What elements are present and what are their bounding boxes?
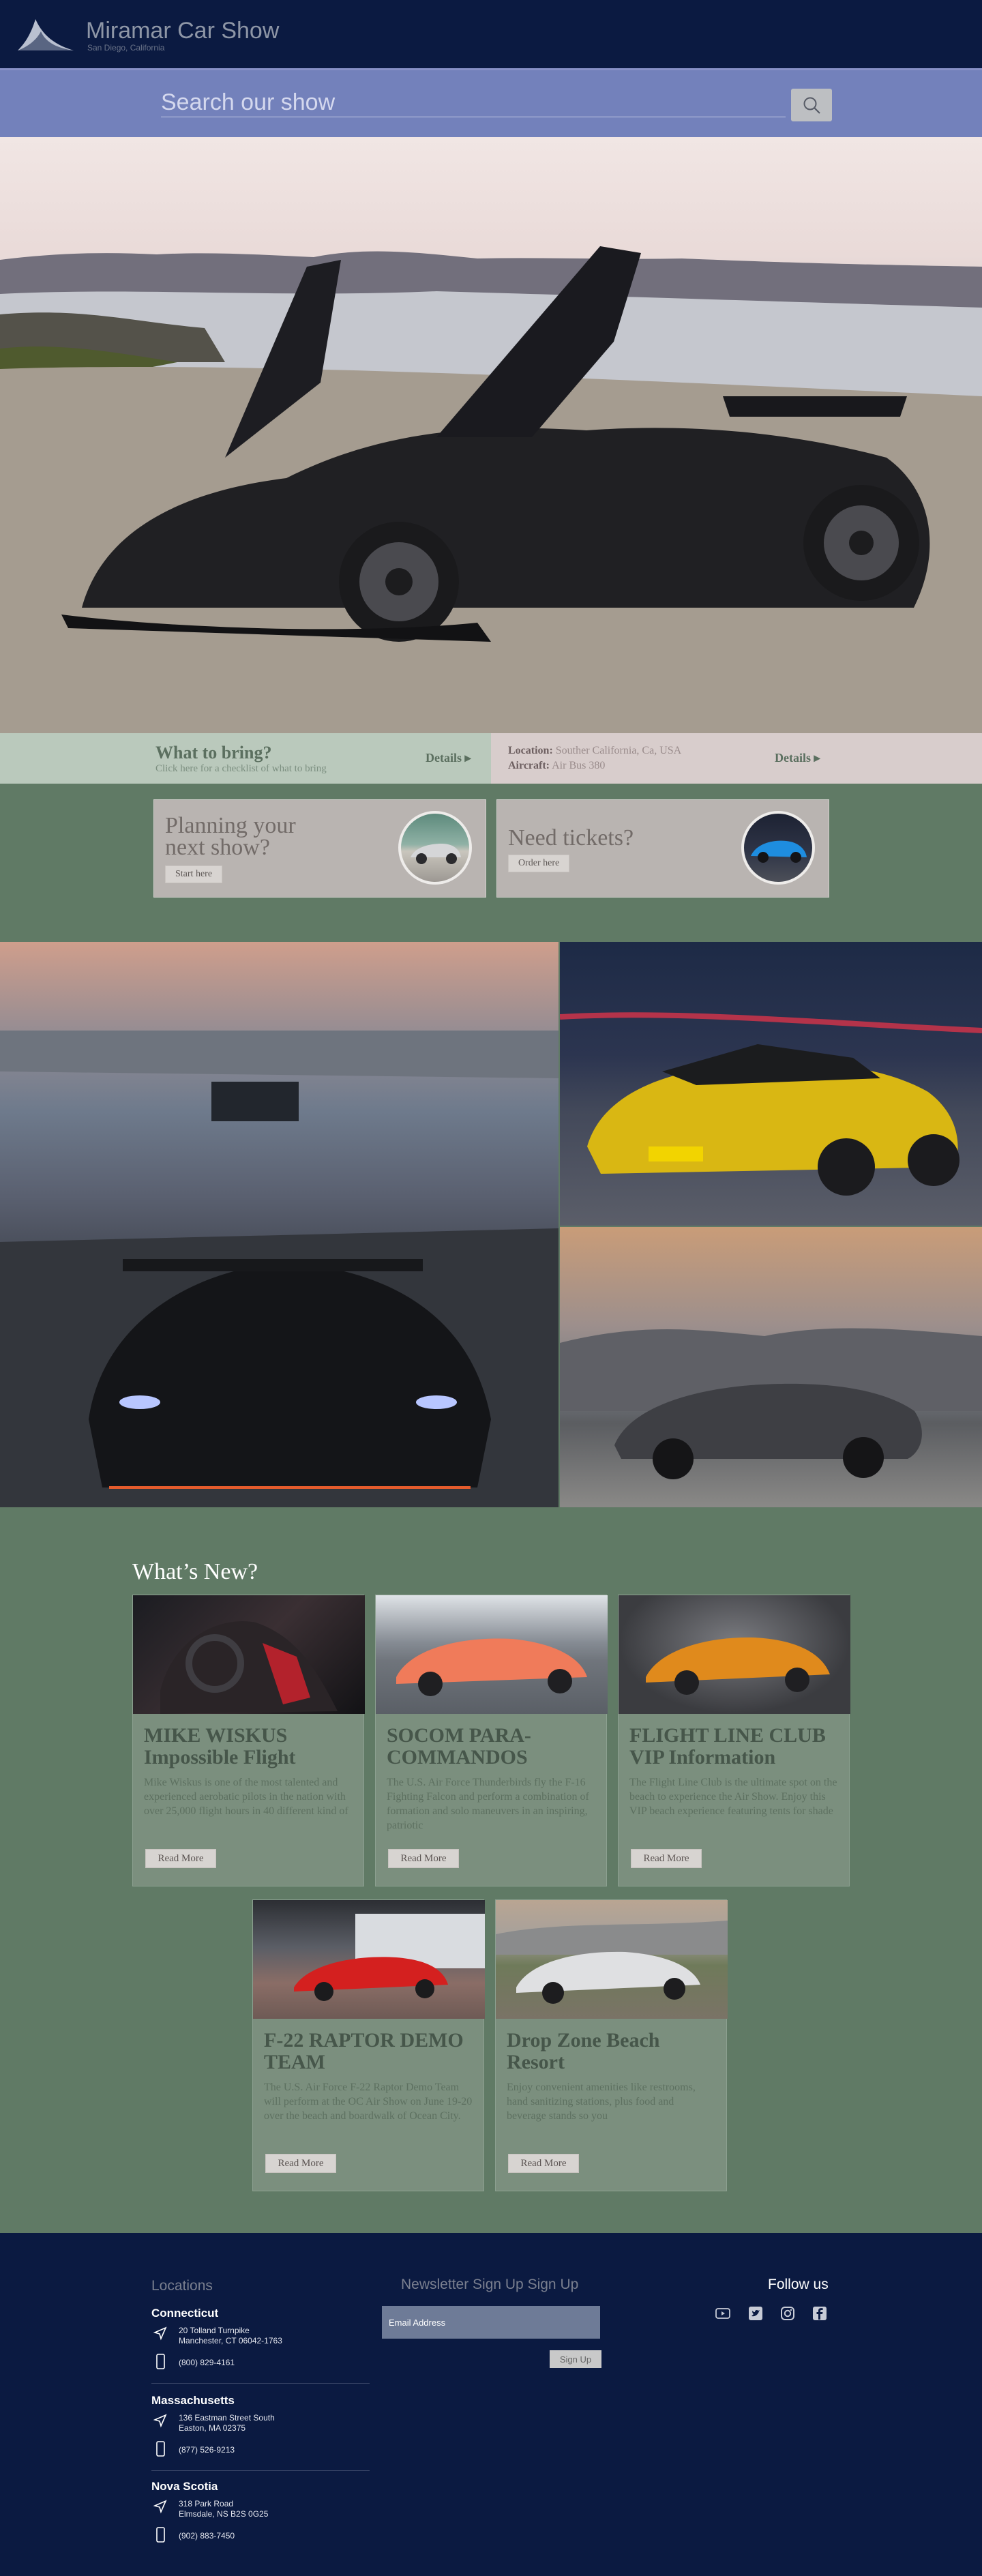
planning-card-title: Planning your next show? <box>165 813 296 860</box>
phone-icon <box>156 2441 165 2457</box>
news-image-3 <box>619 1595 850 1714</box>
gallery-image-track[interactable] <box>0 942 559 1507</box>
event-info-panel[interactable]: Location: Souther California, Ca, USA Ai… <box>491 733 982 784</box>
location-label: Location: <box>508 745 553 756</box>
aircraft-line: Aircraft: Air Bus 380 <box>508 760 605 772</box>
newsletter-title: Newsletter Sign Up Sign Up <box>401 2277 579 2292</box>
news-body: Enjoy convenient amenities like restroom… <box>507 2082 696 2122</box>
search-input[interactable] <box>161 89 786 117</box>
news-card-1[interactable]: MIKE WISKUS Impossible Flight Mike Wisku… <box>132 1595 365 1886</box>
address-line-2: Elmsdale, NS B2S 0G25 <box>179 2509 269 2519</box>
address-line-1: 318 Park Road <box>179 2499 234 2508</box>
instagram-icon[interactable] <box>779 2305 796 2322</box>
news-body: The Flight Line Club is the ultimate spo… <box>629 1777 837 1817</box>
read-more-button[interactable]: Read More <box>388 1849 459 1868</box>
news-title[interactable]: Drop Zone Beach Resort <box>507 2030 719 2073</box>
location-phone[interactable]: (877) 526-9213 <box>179 2445 235 2455</box>
location-address: 318 Park Road Elmsdale, NS B2S 0G25 <box>179 2499 268 2519</box>
read-more-button[interactable]: Read More <box>145 1849 216 1868</box>
address-line-2: Manchester, CT 06042-1763 <box>179 2336 282 2345</box>
search-button[interactable] <box>791 89 832 121</box>
what-to-bring-subtitle: Click here for a checklist of what to br… <box>155 763 327 774</box>
location-name: Massachusetts <box>151 2394 235 2407</box>
planning-card-thumbnail <box>398 811 472 885</box>
tickets-card-thumbnail <box>741 811 815 885</box>
news-card-3[interactable]: FLIGHT LINE CLUB VIP Information The Fli… <box>618 1595 850 1886</box>
phone-icon <box>156 2354 165 2369</box>
news-body: The U.S. Air Force F-22 Raptor Demo Team… <box>264 2082 473 2122</box>
news-card-5[interactable]: Drop Zone Beach Resort Enjoy convenient … <box>495 1899 728 2191</box>
divider <box>151 2470 370 2471</box>
news-image-2 <box>376 1595 608 1714</box>
location-phone[interactable]: (902) 883-7450 <box>179 2531 235 2541</box>
location-line: Location: Souther California, Ca, USA <box>508 745 681 757</box>
location-arrow-icon <box>153 2500 167 2514</box>
read-more-button[interactable]: Read More <box>631 1849 702 1868</box>
details-link-event[interactable]: Details ▸ <box>775 751 820 765</box>
sign-up-button[interactable]: Sign Up <box>550 2350 601 2368</box>
aircraft-value: Air Bus 380 <box>552 760 606 771</box>
location-address: 20 Tolland Turnpike Manchester, CT 06042-… <box>179 2326 282 2346</box>
location-address: 136 Eastman Street South Easton, MA 02375 <box>179 2413 275 2433</box>
info-bar: What to bring? Click here for a checklis… <box>0 733 982 784</box>
details-label: Details <box>775 751 811 765</box>
news-card-4[interactable]: F-22 RAPTOR DEMO TEAM The U.S. Air Force… <box>252 1899 485 2191</box>
whats-new-title: What’s New? <box>132 1559 258 1584</box>
location-arrow-icon <box>153 2326 167 2341</box>
address-line-1: 20 Tolland Turnpike <box>179 2326 250 2335</box>
tickets-card[interactable]: Need tickets? Order here <box>496 799 829 898</box>
order-here-button[interactable]: Order here <box>508 855 570 872</box>
twitter-icon[interactable] <box>747 2305 764 2322</box>
news-image-4 <box>253 1900 485 2019</box>
email-input[interactable] <box>382 2306 600 2339</box>
news-card-2[interactable]: SOCOM PARA-COMMANDOS The U.S. Air Force … <box>375 1595 608 1886</box>
gallery-image-yellow-car[interactable] <box>560 942 982 1226</box>
planning-card[interactable]: Planning your next show? Start here <box>153 799 486 898</box>
aircraft-label: Aircraft: <box>508 760 550 771</box>
address-line-2: Easton, MA 02375 <box>179 2423 246 2433</box>
locations-title: Locations <box>151 2278 213 2294</box>
news-body: The U.S. Air Force Thunderbirds fly the … <box>387 1777 589 1831</box>
location-phone[interactable]: (800) 829-4161 <box>179 2358 235 2367</box>
youtube-icon[interactable] <box>715 2305 731 2322</box>
location-name: Nova Scotia <box>151 2480 218 2493</box>
site-subtitle: San Diego, California <box>87 43 165 53</box>
tickets-card-title: Need tickets? <box>508 825 634 850</box>
news-title[interactable]: FLIGHT LINE CLUB VIP Information <box>629 1725 842 1768</box>
caret-right-icon: ▸ <box>464 751 471 765</box>
news-title[interactable]: F-22 RAPTOR DEMO TEAM <box>264 2030 477 2073</box>
news-body: Mike Wiskus is one of the most talented … <box>144 1777 348 1817</box>
gallery-image-grey-car[interactable] <box>560 1227 982 1507</box>
site-header: Miramar Car Show San Diego, California <box>0 0 982 68</box>
read-more-button[interactable]: Read More <box>508 2154 579 2173</box>
details-link-bring[interactable]: Details ▸ <box>426 751 471 765</box>
caret-right-icon: ▸ <box>814 751 820 765</box>
what-to-bring-panel[interactable]: What to bring? Click here for a checklis… <box>0 733 491 784</box>
location-value: Souther California, Ca, USA <box>555 745 682 756</box>
news-title[interactable]: MIKE WISKUS Impossible Flight <box>144 1725 357 1768</box>
hero-image <box>0 137 982 733</box>
logo-icon[interactable] <box>16 16 75 53</box>
site-title[interactable]: Miramar Car Show <box>86 18 279 44</box>
what-to-bring-title: What to bring? <box>155 743 272 763</box>
phone-icon <box>156 2527 165 2543</box>
start-here-button[interactable]: Start here <box>165 865 223 883</box>
facebook-icon[interactable] <box>812 2305 828 2322</box>
location-name: Connecticut <box>151 2307 219 2320</box>
divider <box>151 2383 370 2384</box>
address-line-1: 136 Eastman Street South <box>179 2413 275 2423</box>
news-image-1 <box>133 1595 365 1714</box>
details-label: Details <box>426 751 462 765</box>
search-icon <box>803 97 820 114</box>
news-title[interactable]: SOCOM PARA-COMMANDOS <box>387 1725 599 1768</box>
read-more-button[interactable]: Read More <box>265 2154 336 2173</box>
location-arrow-icon <box>153 2414 167 2428</box>
follow-us-title: Follow us <box>768 2277 829 2292</box>
news-image-5 <box>496 1900 728 2019</box>
